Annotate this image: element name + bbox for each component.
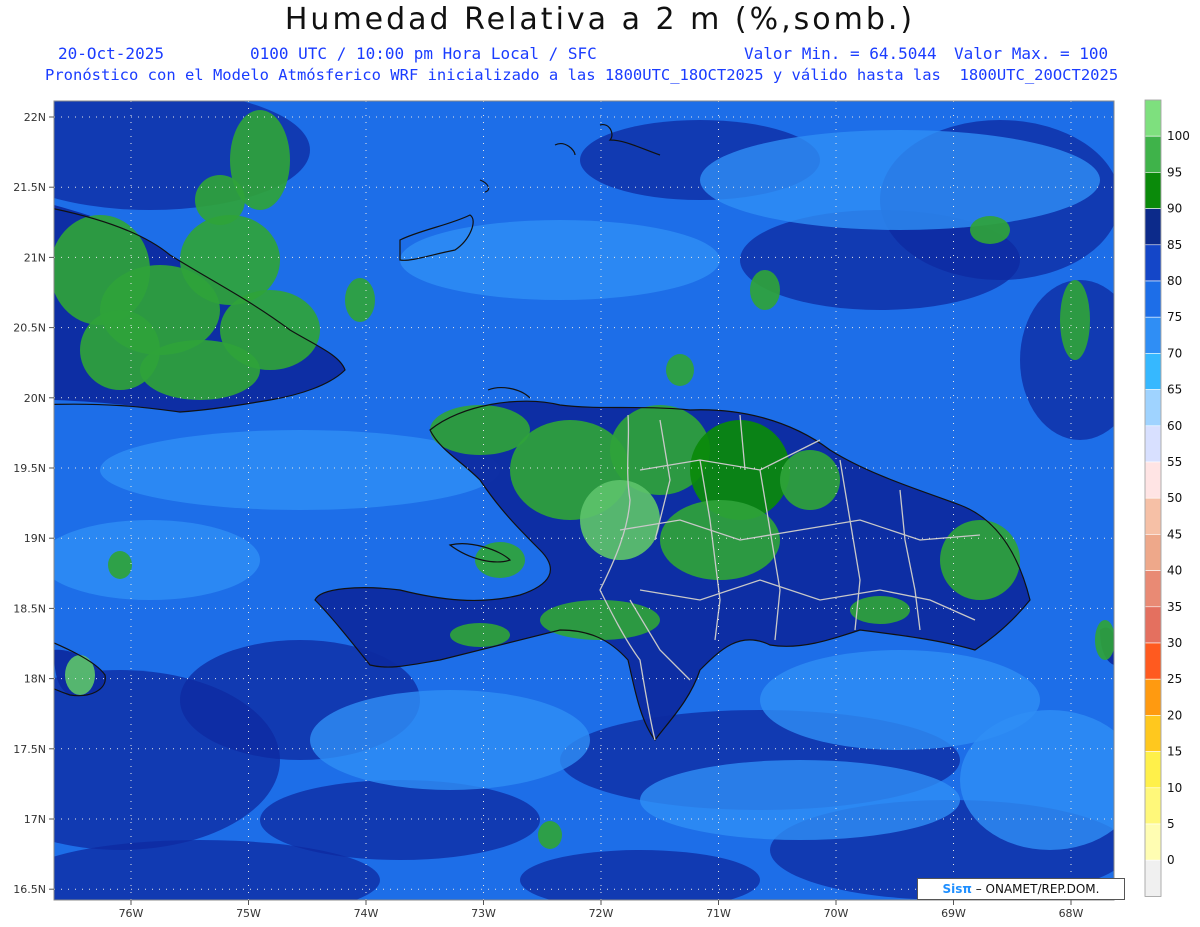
moist-zone — [345, 278, 375, 322]
lat-label: 21.5N — [13, 181, 46, 194]
colorbar-swatch — [1144, 642, 1162, 680]
colorbar-swatch — [1144, 389, 1162, 427]
colorbar-swatch — [1144, 244, 1162, 282]
humidity-field — [54, 101, 1114, 900]
colorbar-label: 10 — [1167, 781, 1182, 795]
colorbar-swatch — [1144, 570, 1162, 608]
colorbar-label: 90 — [1167, 202, 1182, 216]
light-zone — [640, 760, 960, 840]
colorbar-label: 60 — [1167, 419, 1182, 433]
colorbar-swatch — [1144, 172, 1162, 209]
sisp-logo: Sisπ — [942, 882, 972, 896]
moist-zone — [450, 623, 510, 647]
lat-label: 20.5N — [13, 322, 46, 335]
lat-label: 17N — [24, 813, 46, 826]
colorbar-swatch — [1144, 316, 1162, 354]
colorbar-label: 40 — [1167, 564, 1182, 578]
colorbar-label: 80 — [1167, 274, 1182, 288]
colorbar-swatch — [1144, 135, 1162, 173]
colorbar-label: 85 — [1167, 238, 1182, 252]
colorbar-label: 70 — [1167, 346, 1182, 360]
colorbar-swatch — [1144, 497, 1162, 535]
colorbar-label: 50 — [1167, 491, 1182, 505]
lon-label: 76W — [119, 907, 144, 920]
colorbar-label: 5 — [1167, 817, 1175, 831]
lon-label: 69W — [941, 907, 966, 920]
credit-text: – ONAMET/REP.DOM. — [971, 882, 1100, 896]
lon-label: 74W — [354, 907, 379, 920]
colorbar-label: 25 — [1167, 672, 1182, 686]
moist-zone — [1060, 280, 1090, 360]
latitude-axis: 22N 21.5N 21N 20.5N 20N 19.5N 19N 18.5N 18N 17.5N… — [13, 111, 54, 896]
humidity-map: 22N 21.5N 21N 20.5N 20N 19.5N 19N 18.5N 18N 17.5N… — [13, 99, 1190, 920]
colorbar-swatch — [1144, 353, 1162, 390]
colorbar-label: 0 — [1167, 853, 1175, 867]
colorbar-swatch — [1144, 787, 1162, 825]
colorbar-swatch — [1144, 425, 1162, 463]
colorbar-label: 35 — [1167, 600, 1182, 614]
moist-zone — [580, 480, 660, 560]
lat-label: 21N — [24, 251, 46, 264]
colorbar-label: 45 — [1167, 527, 1182, 541]
lat-label: 18.5N — [13, 602, 46, 615]
moist-zone — [65, 655, 95, 695]
lat-label: 17.5N — [13, 743, 46, 756]
colorbar-swatch — [1144, 280, 1162, 318]
colorbar-label: 55 — [1167, 455, 1182, 469]
dark-zone — [260, 780, 540, 860]
colorbar-swatch — [1144, 99, 1162, 137]
moist-zone — [780, 450, 840, 510]
lat-label: 20N — [24, 392, 46, 405]
light-zone — [400, 220, 720, 300]
colorbar-swatch — [1144, 859, 1162, 897]
colorbar-swatch — [1144, 715, 1162, 752]
lat-label: 19.5N — [13, 462, 46, 475]
colorbar-label: 30 — [1167, 636, 1182, 650]
lon-label: 68W — [1059, 907, 1084, 920]
lon-label: 75W — [236, 907, 261, 920]
moist-zone — [108, 551, 132, 579]
colorbar-swatch — [1144, 208, 1162, 246]
dark-zone — [520, 850, 760, 900]
light-zone — [310, 690, 590, 790]
colorbar-swatch — [1144, 823, 1162, 861]
lon-label: 72W — [589, 907, 614, 920]
colorbar-swatch — [1144, 461, 1162, 499]
moist-zone — [538, 821, 562, 849]
colorbar-swatch — [1144, 751, 1162, 789]
light-zone — [54, 520, 260, 600]
lat-label: 22N — [24, 111, 46, 124]
colorbar-label: 75 — [1167, 310, 1182, 324]
colorbar-swatch — [1144, 534, 1162, 571]
light-zone — [960, 710, 1114, 850]
lat-label: 18N — [24, 673, 46, 686]
colorbar-label: 65 — [1167, 383, 1182, 397]
light-zone — [700, 130, 1100, 230]
colorbar-label: 15 — [1167, 745, 1182, 759]
lat-label: 16.5N — [13, 883, 46, 896]
lat-label: 19N — [24, 532, 46, 545]
moist-zone — [80, 310, 160, 390]
moist-zone — [1095, 620, 1114, 660]
colorbar-label: 100 — [1167, 129, 1190, 143]
lon-label: 70W — [824, 907, 849, 920]
moist-zone — [195, 175, 245, 225]
colorbar-label: 95 — [1167, 165, 1182, 179]
colorbar-label: 20 — [1167, 708, 1182, 722]
moist-zone — [970, 216, 1010, 244]
moist-zone — [940, 520, 1020, 600]
lon-label: 73W — [471, 907, 496, 920]
moist-zone — [850, 596, 910, 624]
moist-zone — [430, 405, 530, 455]
humidity-colorbar: 1009590858075706560555045403530252015105… — [1144, 99, 1190, 897]
moist-zone — [750, 270, 780, 310]
moist-zone — [666, 354, 694, 386]
colorbar-swatch — [1144, 606, 1162, 644]
longitude-axis: 76W 75W 74W 73W 72W 71W 70W 69W 68W — [119, 900, 1084, 920]
moist-zone — [660, 500, 780, 580]
colorbar-swatch — [1144, 678, 1162, 716]
credit-box: Sisπ – ONAMET/REP.DOM. — [917, 878, 1125, 900]
lon-label: 71W — [706, 907, 731, 920]
